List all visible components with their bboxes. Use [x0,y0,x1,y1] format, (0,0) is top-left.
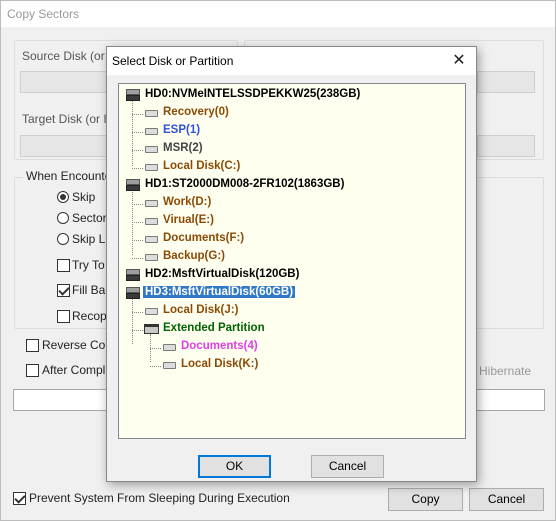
sector-radio[interactable] [57,212,69,224]
close-icon[interactable]: ✕ [448,50,470,72]
error-handling-label: When Encounte [23,169,115,183]
skip-last-radio[interactable] [57,233,69,245]
hard-disk-icon [126,89,140,101]
tree-item-label: Local Disk(J:) [163,304,239,316]
partition-icon [145,146,158,153]
main-cancel-button[interactable]: Cancel [469,488,544,511]
tree-connector [132,132,143,133]
try-to-checkbox[interactable] [57,259,70,272]
hibernate-option-label: Hibernate [479,364,532,378]
prevent-sleep-checkbox[interactable] [13,492,26,505]
hard-disk-icon [126,179,140,191]
after-completion-checkbox[interactable] [26,364,39,377]
partition-icon [145,164,158,171]
dialog-cancel-button[interactable]: Cancel [311,455,384,478]
window-titlebar: Copy Sectors [1,1,555,27]
hard-disk-icon [126,287,140,299]
tree-connector [132,100,133,166]
tree-connector [132,222,143,223]
partition-icon [145,236,158,243]
partition-icon [145,308,158,315]
tree-connector [132,114,143,115]
partition-icon [145,200,158,207]
tree-connector [132,330,143,331]
tree-item-label: Work(D:) [163,196,212,208]
tree-connector [150,366,161,367]
tree-item-label: HD3:MsftVirtualDisk(60GB) [141,285,297,299]
disk-partition-tree[interactable]: HD0:NVMeINTELSSDPEKKW25(238GB) Recovery(0… [118,83,466,439]
source-disk-label: Source Disk (or I [22,49,112,63]
tree-item-label: Backup(G:) [163,250,225,262]
partition-icon [145,128,158,135]
hard-disk-icon [126,269,140,281]
range-start-field[interactable] [477,71,535,93]
fill-back-checkbox[interactable] [57,284,70,297]
partition-icon [145,218,158,225]
skip-radio[interactable] [57,191,69,203]
target-disk-label: Target Disk (or In [22,112,114,126]
window-title: Copy Sectors [7,7,80,21]
dialog-title: Select Disk or Partition [112,54,234,68]
tree-item-label: Virual(E:) [163,214,214,226]
tree-connector [132,258,143,259]
tree-connector [132,204,143,205]
prevent-sleep-label[interactable]: Prevent System From Sleeping During Exec… [29,491,290,505]
tree-connector [150,348,161,349]
tree-item-label: Documents(F:) [163,232,245,244]
tree-item-label: HD2:MsftVirtualDisk(120GB) [145,268,300,280]
reverse-copy-checkbox[interactable] [26,339,39,352]
tree-connector [132,296,133,344]
range-end-field[interactable] [477,135,535,157]
partition-icon [163,362,176,369]
tree-item-label: Local Disk(K:) [181,358,259,370]
reverse-copy-label: Reverse Cop [42,338,113,352]
dialog-titlebar: Select Disk or Partition ✕ [107,47,476,75]
tree-item-label: Local Disk(C:) [163,160,241,172]
tree-item-label: MSR(2) [163,142,203,154]
tree-item-label: HD0:NVMeINTELSSDPEKKW25(238GB) [145,88,361,100]
tree-item-label: Documents(4) [181,340,258,352]
extended-partition-icon [144,324,159,334]
tree-item-label: Extended Partition [163,322,265,334]
tree-item-label: HD1:ST2000DM008-2FR102(1863GB) [145,178,345,190]
tree-connector [132,150,143,151]
tree-connector [132,312,143,313]
tree-connector [132,240,143,241]
copy-button[interactable]: Copy [388,488,463,511]
partition-icon [145,254,158,261]
after-completion-label: After Compl [42,363,106,377]
partition-icon [145,110,158,117]
ok-button[interactable]: OK [198,455,271,478]
recopy-checkbox[interactable] [57,310,70,323]
tree-item-label: Recovery(0) [163,106,229,118]
tree-item-label: ESP(1) [163,124,201,136]
sector-radio-label: Sector- [72,211,111,225]
partition-icon [163,344,176,351]
select-disk-dialog: Select Disk or Partition ✕ HD0:NVMeINTEL… [106,46,477,482]
tree-connector [132,168,143,169]
skip-radio-label: Skip [72,190,96,204]
